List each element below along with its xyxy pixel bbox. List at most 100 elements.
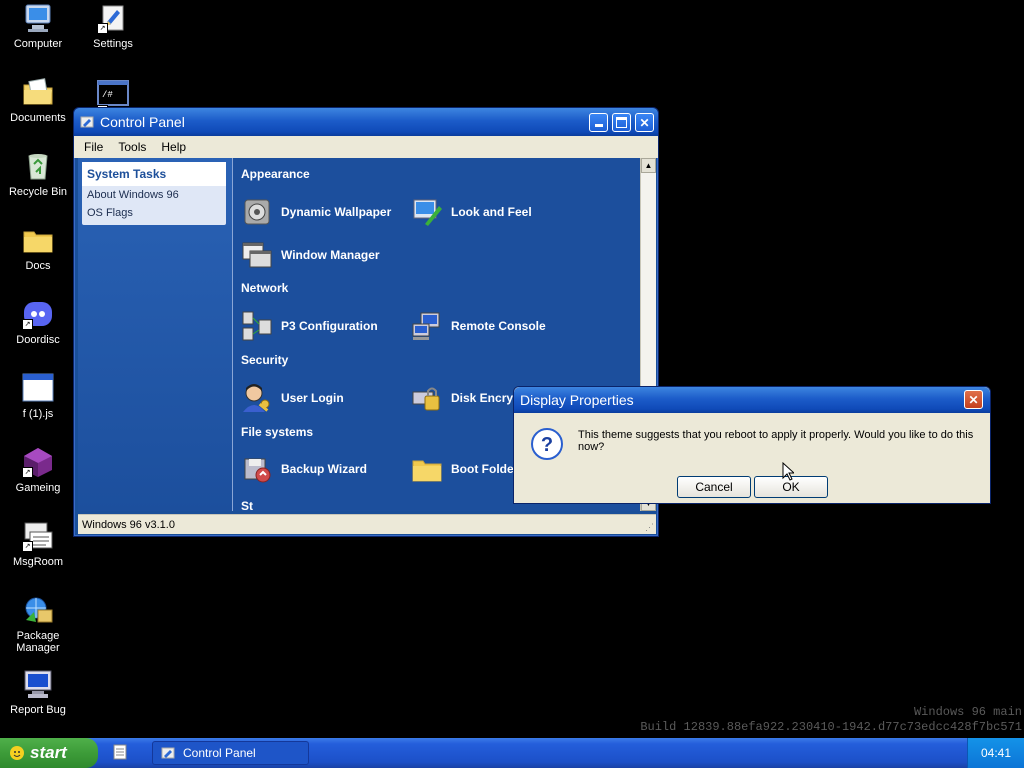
- start-label: start: [30, 743, 67, 762]
- taskbar: start Control Panel 04:41: [0, 738, 1024, 768]
- desktop-icon-msgroom[interactable]: ↗ MsgRoom: [0, 520, 76, 568]
- scroll-up-button[interactable]: ▲: [641, 158, 656, 173]
- menu-help[interactable]: Help: [161, 140, 195, 154]
- close-button[interactable]: ✕: [635, 113, 654, 132]
- game-cube-icon: ↗: [22, 446, 54, 478]
- desktop-icon-doordisc[interactable]: ↗ Doordisc: [0, 298, 76, 346]
- applet-look-and-feel[interactable]: Look and Feel: [411, 196, 532, 228]
- desktop-icon-docs[interactable]: Docs: [0, 224, 76, 272]
- minimize-button[interactable]: [589, 113, 608, 132]
- window-manager-icon: [241, 239, 273, 271]
- menu-bar: File Tools Help: [74, 136, 658, 158]
- dialog-close-button[interactable]: ✕: [964, 390, 983, 409]
- backup-wizard-icon: [241, 453, 273, 485]
- task-about-windows[interactable]: About Windows 96: [82, 186, 226, 204]
- applet-label: Window Manager: [281, 248, 380, 262]
- system-tasks-box: System Tasks About Windows 96 OS Flags: [82, 162, 226, 225]
- applet-window-manager[interactable]: Window Manager: [241, 239, 380, 271]
- desktop-icon-package-manager[interactable]: Package Manager: [0, 594, 76, 654]
- applet-remote-console[interactable]: Remote Console: [411, 310, 546, 342]
- desktop-icon-label: f (1).js: [22, 408, 54, 420]
- desktop-icon-computer[interactable]: Computer: [0, 2, 76, 50]
- dialog-title: Display Properties: [520, 392, 634, 408]
- script-window-icon: [22, 372, 54, 404]
- shortcut-arrow-icon: ↗: [97, 23, 108, 34]
- applet-backup-wizard[interactable]: Backup Wizard: [241, 453, 367, 485]
- dialog-title-bar[interactable]: Display Properties ✕: [514, 387, 990, 413]
- desktop-icon-report-bug[interactable]: Report Bug: [0, 668, 76, 716]
- desktop-icon-label: MsgRoom: [12, 556, 64, 568]
- desktop-icon-label: Settings: [93, 38, 133, 50]
- recycle-bin-icon: [22, 150, 54, 182]
- shortcut-arrow-icon: ↗: [22, 467, 33, 478]
- watermark-line-1: Windows 96 main: [913, 705, 1022, 719]
- menu-file[interactable]: File: [84, 140, 112, 154]
- package-manager-icon: [22, 594, 54, 626]
- control-panel-app-icon: [161, 746, 175, 760]
- documents-folder-icon: [22, 76, 54, 108]
- maximize-icon: [616, 117, 627, 128]
- status-bar: Windows 96 v3.1.0 ⋰: [78, 514, 656, 534]
- section-file-systems: File systems: [241, 425, 314, 439]
- menu-tools[interactable]: Tools: [118, 140, 155, 154]
- smiley-icon: [10, 746, 24, 760]
- minimize-icon: [594, 124, 603, 127]
- display-properties-dialog[interactable]: Display Properties ✕ ? This theme sugges…: [513, 386, 991, 504]
- system-tasks-header: System Tasks: [82, 162, 226, 186]
- desktop-icon-f1js[interactable]: f (1).js: [0, 372, 76, 420]
- folder-icon: [22, 224, 54, 256]
- build-watermark: Windows 96 main Build 12839.88efa922.230…: [640, 705, 1022, 735]
- wallpaper-icon: [241, 196, 273, 228]
- folder-icon: [411, 453, 443, 485]
- report-bug-icon: [22, 668, 54, 700]
- start-button[interactable]: start: [0, 738, 98, 768]
- applet-p3-configuration[interactable]: P3 Configuration: [241, 310, 378, 342]
- shortcut-arrow-icon: ↗: [22, 319, 33, 330]
- svg-text:?: ?: [541, 434, 553, 456]
- window-title: Control Panel: [100, 114, 185, 130]
- section-security: Security: [241, 353, 289, 367]
- desktop-icon-label: Package Manager: [16, 630, 60, 654]
- watermark-line-2: Build 12839.88efa922.230410-1942.d77c73e…: [640, 720, 1022, 734]
- clock[interactable]: 04:41: [981, 746, 1011, 760]
- applet-user-login[interactable]: User Login: [241, 382, 344, 414]
- system-tray: 04:41: [967, 738, 1024, 768]
- msgroom-icon: ↗: [22, 520, 54, 552]
- control-panel-app-icon: [80, 115, 94, 129]
- desktop-icon-gameing[interactable]: ↗ Gameing: [0, 446, 76, 494]
- taskbar-task-label: Control Panel: [183, 746, 256, 760]
- applet-label: Backup Wizard: [281, 462, 367, 476]
- desktop-icon-documents[interactable]: Documents: [0, 76, 76, 124]
- settings-icon: ↗: [97, 2, 129, 34]
- disk-encryption-icon: [411, 382, 443, 414]
- dialog-message: This theme suggests that you reboot to a…: [578, 429, 974, 453]
- applet-boot-folder[interactable]: Boot Folder: [411, 453, 518, 485]
- applet-label: Look and Feel: [451, 205, 532, 219]
- cancel-button[interactable]: Cancel: [677, 476, 751, 498]
- desktop-icon-label: Computer: [13, 38, 63, 50]
- task-pane: System Tasks About Windows 96 OS Flags: [78, 158, 233, 511]
- quicklaunch-notepad-icon[interactable]: [113, 744, 127, 760]
- close-icon: ✕: [968, 393, 979, 407]
- desktop-icon-label: Report Bug: [10, 704, 66, 716]
- mouse-cursor-icon: [782, 461, 796, 484]
- applet-label: Boot Folder: [451, 462, 519, 476]
- applet-label: P3 Configuration: [281, 319, 378, 333]
- resize-grip-icon[interactable]: ⋰: [645, 522, 654, 533]
- applet-label: Remote Console: [451, 319, 546, 333]
- desktop-icon-label: Recycle Bin: [8, 186, 68, 198]
- desktop-icon-recycle-bin[interactable]: Recycle Bin: [0, 150, 76, 198]
- applet-dynamic-wallpaper[interactable]: Dynamic Wallpaper: [241, 196, 391, 228]
- applet-label: User Login: [281, 391, 344, 405]
- section-appearance: Appearance: [241, 167, 310, 181]
- desktop-icon-settings[interactable]: ↗ Settings: [75, 2, 151, 50]
- title-bar[interactable]: Control Panel ✕: [74, 108, 658, 136]
- discord-icon: ↗: [22, 298, 54, 330]
- maximize-button[interactable]: [612, 113, 631, 132]
- section-storage: St: [241, 499, 253, 511]
- arrow-up-icon: ▲: [644, 161, 653, 170]
- taskbar-task-control-panel[interactable]: Control Panel: [152, 741, 309, 765]
- computer-icon: [22, 2, 54, 34]
- terminal-glyph: /#: [102, 90, 113, 100]
- task-os-flags[interactable]: OS Flags: [82, 204, 226, 225]
